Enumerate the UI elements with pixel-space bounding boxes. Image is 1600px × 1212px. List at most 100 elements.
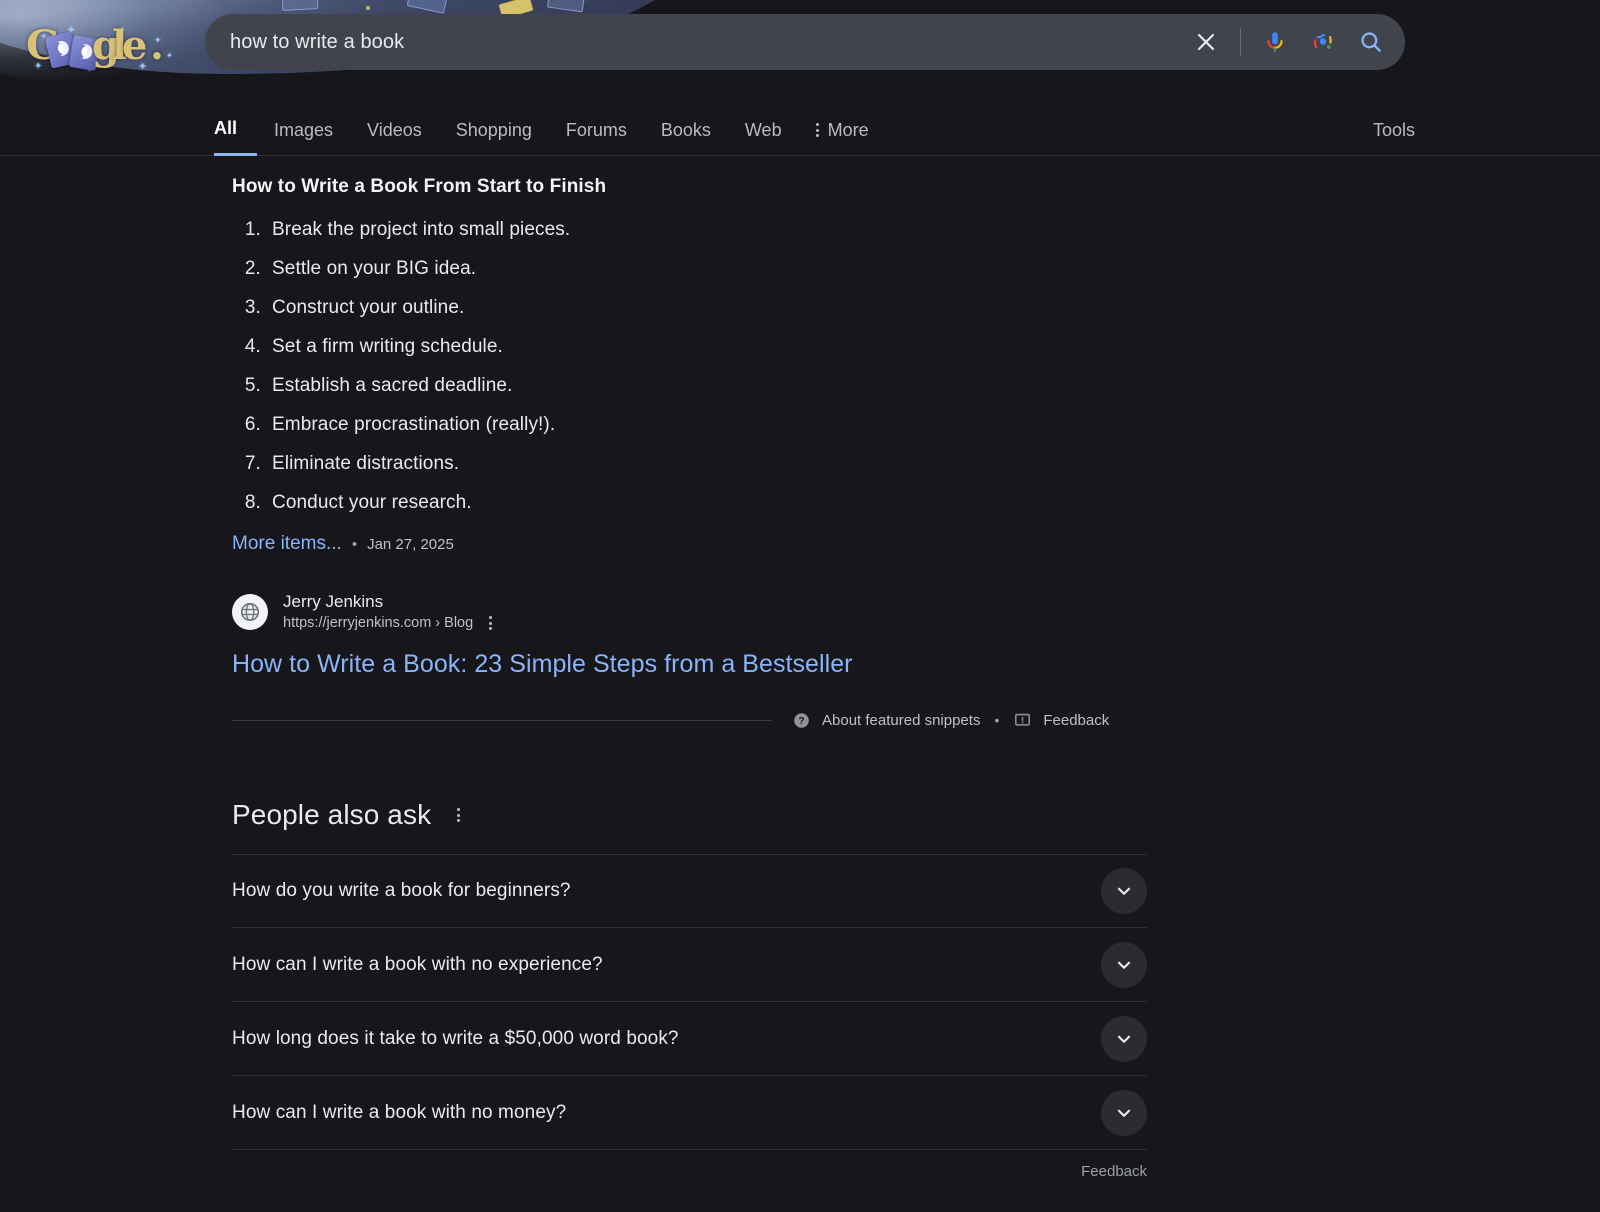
list-item: Construct your outline. xyxy=(266,298,1232,317)
featured-snippet: How to Write a Book From Start to Finish… xyxy=(232,176,1232,731)
logo-letter-g: G xyxy=(26,22,61,69)
logo-letter-dot: . xyxy=(150,22,164,69)
clear-search-button[interactable] xyxy=(1182,18,1230,66)
expand-question-button[interactable] xyxy=(1101,1015,1147,1062)
sparkle-icon: ✦ xyxy=(166,51,173,60)
logo-letter-g2: g xyxy=(92,22,120,69)
microphone-icon xyxy=(1267,32,1283,52)
doodle-floating-card xyxy=(281,0,319,11)
search-nav-bar: All Images Videos Shopping Forums Books … xyxy=(0,104,1600,156)
list-item: Establish a sacred deadline. xyxy=(266,376,1232,395)
step-text: Set a firm writing schedule. xyxy=(272,336,503,357)
tab-images[interactable]: Images xyxy=(257,104,350,156)
search-input[interactable] xyxy=(205,30,1182,54)
doodle-moon-card xyxy=(44,31,79,69)
more-options-icon xyxy=(815,123,819,137)
step-text: Construct your outline. xyxy=(272,297,465,318)
list-item[interactable]: How do you write a book for beginners? xyxy=(232,854,1147,928)
sparkle-icon: ✦ xyxy=(66,23,77,37)
step-text: Conduct your research. xyxy=(272,492,472,513)
tab-shopping[interactable]: Shopping xyxy=(439,104,549,156)
doodle-floating-card xyxy=(546,0,586,13)
tab-videos[interactable]: Videos xyxy=(350,104,439,156)
google-lens-icon xyxy=(1313,34,1332,49)
sparkle-icon: ✦ xyxy=(138,61,148,73)
sparkle-icon: ✦ xyxy=(154,35,162,45)
nav-tabs: All Images Videos Shopping Forums Books … xyxy=(214,104,886,156)
svg-text:?: ? xyxy=(798,716,804,727)
list-item[interactable]: How long does it take to write a $50,000… xyxy=(232,1002,1147,1076)
help-circle-icon: ? xyxy=(794,712,809,728)
sparkle-icon: ✦ xyxy=(118,25,127,36)
chevron-down-icon xyxy=(1117,1035,1131,1043)
result-title-link[interactable]: How to Write a Book: 23 Simple Steps fro… xyxy=(232,650,1232,679)
featured-snippet-steps: Break the project into small pieces. Set… xyxy=(266,220,1232,512)
globe-icon xyxy=(240,602,260,621)
featured-snippet-footer: ? About featured snippets • Feedback xyxy=(232,709,1232,731)
close-icon xyxy=(1197,33,1215,51)
site-favicon xyxy=(232,593,268,630)
footer-divider xyxy=(232,719,772,721)
more-options-icon[interactable] xyxy=(457,808,461,822)
people-also-ask-header: People also ask xyxy=(232,799,1232,831)
doodle-floating-card xyxy=(406,0,448,14)
expand-question-button[interactable] xyxy=(1101,1089,1147,1136)
people-also-ask-list: How do you write a book for beginners? H… xyxy=(232,854,1147,1150)
tab-all[interactable]: All xyxy=(214,104,258,156)
people-also-ask-section: People also ask How do you write a book … xyxy=(232,799,1232,1180)
report-flag-icon xyxy=(1015,713,1031,726)
voice-search-button[interactable] xyxy=(1251,18,1299,66)
search-bar[interactable] xyxy=(205,14,1405,70)
search-icon xyxy=(1361,32,1381,52)
question-text: How do you write a book for beginners? xyxy=(232,880,571,901)
chevron-down-icon xyxy=(1117,1109,1131,1117)
logo-letter-e: e xyxy=(122,22,148,69)
list-item[interactable]: How can I write a book with no experienc… xyxy=(232,928,1147,1002)
expand-question-button[interactable] xyxy=(1101,868,1147,914)
list-item: Eliminate distractions. xyxy=(266,454,1232,473)
question-text: How can I write a book with no experienc… xyxy=(232,953,603,975)
search-divider xyxy=(1240,28,1241,56)
tab-web[interactable]: Web xyxy=(728,104,799,156)
nav-more-button[interactable]: More xyxy=(799,104,886,156)
list-item: Embrace procrastination (really!). xyxy=(266,415,1232,434)
nav-more-label: More xyxy=(827,119,869,140)
question-text: How long does it take to write a $50,000… xyxy=(232,1027,679,1049)
search-submit-button[interactable] xyxy=(1347,18,1395,66)
google-logo[interactable]: ✦ ✦ ✦ ✦ ✦ ✦ ✦ ✦ G g l e . xyxy=(26,22,173,74)
chevron-down-icon xyxy=(1117,887,1131,895)
sparkle-icon: ✦ xyxy=(34,61,43,72)
step-text: Eliminate distractions. xyxy=(272,453,460,474)
logo-letter-l: l xyxy=(112,22,128,69)
lens-search-button[interactable] xyxy=(1299,18,1347,66)
tools-button[interactable]: Tools xyxy=(1373,104,1415,156)
doodle-moon-card xyxy=(68,35,101,71)
step-text: Embrace procrastination (really!). xyxy=(272,414,556,435)
tab-forums[interactable]: Forums xyxy=(549,104,644,156)
people-also-ask-title: People also ask xyxy=(232,799,432,830)
about-featured-snippets-label: About featured snippets xyxy=(822,711,981,729)
featured-snippet-title: How to Write a Book From Start to Finish xyxy=(232,176,607,197)
list-item: Conduct your research. xyxy=(266,493,1232,512)
about-featured-snippets-link[interactable]: ? About featured snippets xyxy=(792,711,980,730)
expand-question-button[interactable] xyxy=(1101,941,1147,988)
snippet-source[interactable]: Jerry Jenkins https://jerryjenkins.com ›… xyxy=(232,592,1232,631)
list-item: Settle on your BIG idea. xyxy=(266,259,1232,278)
tab-books[interactable]: Books xyxy=(644,104,728,156)
doodle-speck xyxy=(366,6,370,10)
more-items-link[interactable]: More items... xyxy=(232,533,342,555)
question-text: How can I write a book with no money? xyxy=(232,1101,567,1123)
source-url-line: https://jerryjenkins.com › Blog xyxy=(283,615,493,631)
source-url: https://jerryjenkins.com › Blog xyxy=(283,615,474,631)
sparkle-icon: ✦ xyxy=(40,31,48,41)
footer-links: ? About featured snippets • Feedback xyxy=(792,711,1109,730)
list-item[interactable]: How can I write a book with no money? xyxy=(232,1076,1147,1150)
source-text: Jerry Jenkins https://jerryjenkins.com ›… xyxy=(283,592,493,631)
more-items-row: More items... • Jan 27, 2025 xyxy=(232,533,1232,555)
more-options-icon[interactable] xyxy=(489,616,493,630)
people-also-ask-feedback-link[interactable]: Feedback xyxy=(232,1163,1147,1180)
step-text: Establish a sacred deadline. xyxy=(272,375,513,396)
sparkle-icon: ✦ xyxy=(86,65,93,74)
snippet-feedback-link[interactable]: Feedback xyxy=(1013,711,1109,730)
snippet-date: Jan 27, 2025 xyxy=(367,536,454,553)
